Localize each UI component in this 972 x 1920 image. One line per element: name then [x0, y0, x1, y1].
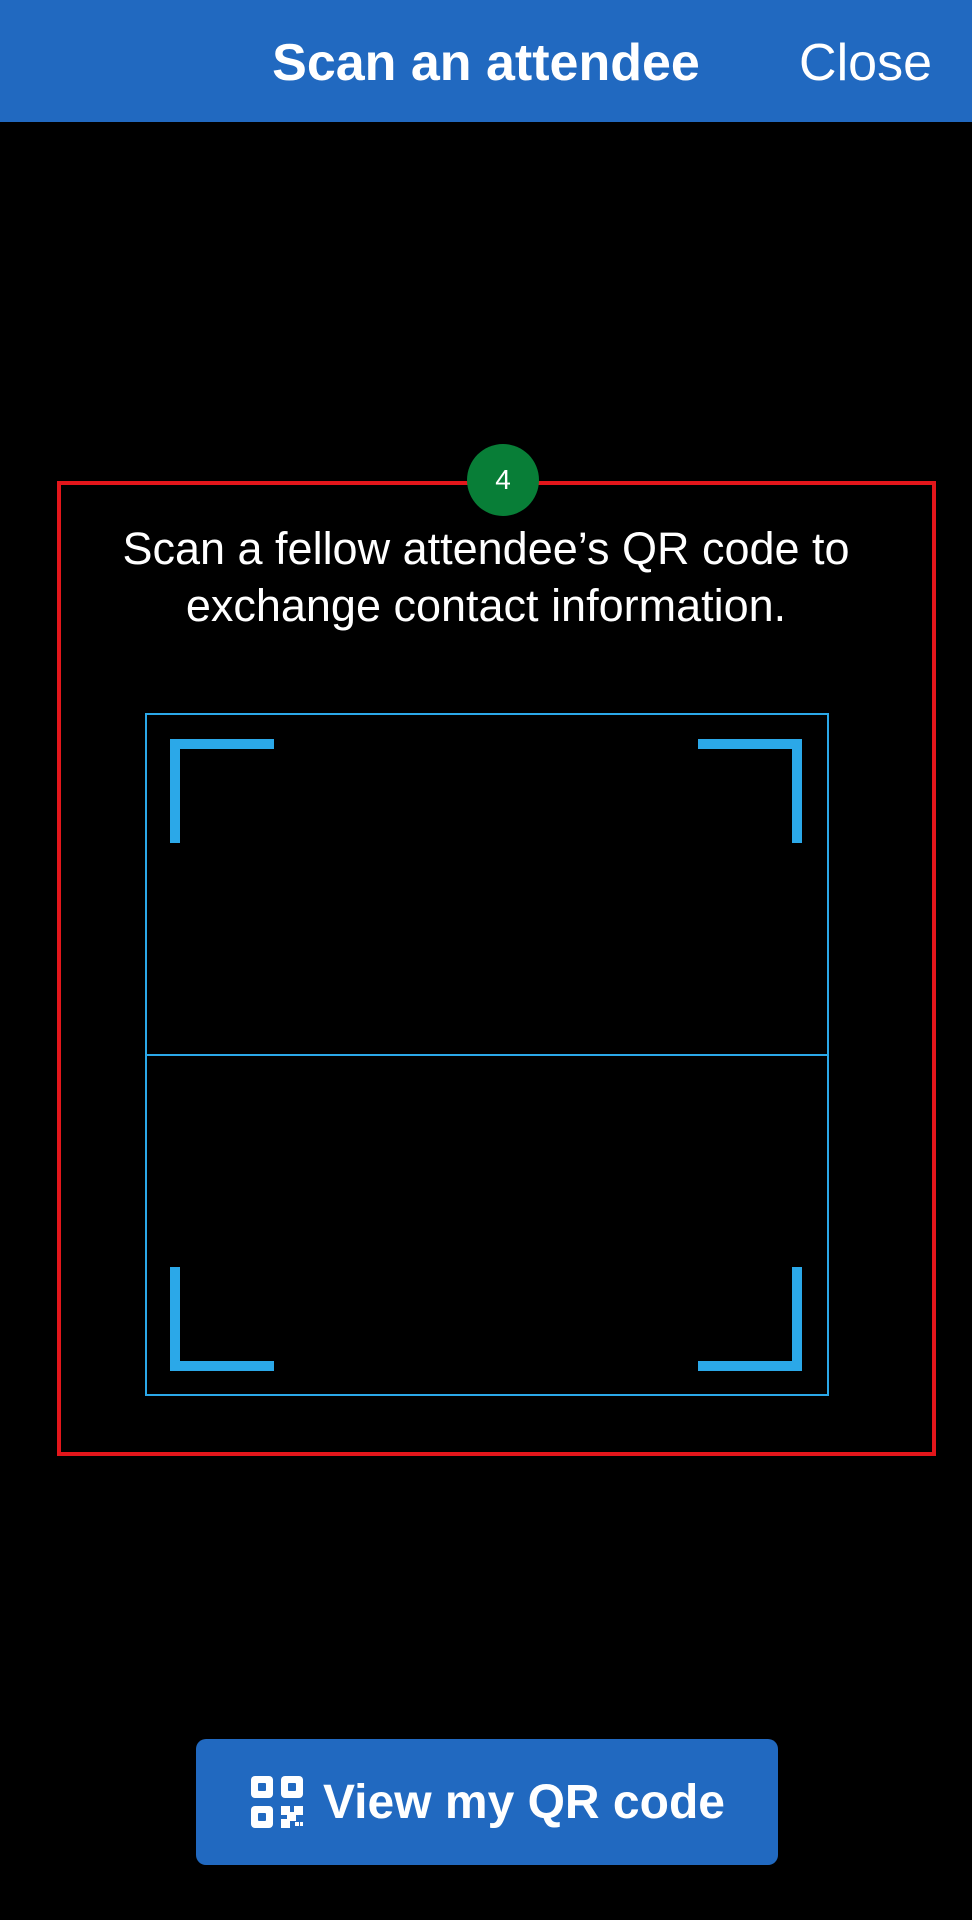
step-badge: 4 — [467, 444, 539, 516]
viewfinder-corner-top-right — [698, 739, 802, 843]
view-my-qr-code-button[interactable]: View my QR code — [196, 1739, 778, 1865]
viewfinder-corner-top-left — [170, 739, 274, 843]
viewfinder-corner-bottom-right — [698, 1267, 802, 1371]
viewfinder-corner-bottom-left — [170, 1267, 274, 1371]
close-button[interactable]: Close — [799, 0, 932, 122]
header-bar: Scan an attendee Close — [0, 0, 972, 122]
scan-instruction-text: Scan a fellow attendee’s QR code to exch… — [122, 523, 850, 631]
qr-code-icon — [249, 1774, 305, 1830]
scan-attendee-screen: Scan an attendee Close 4 Scan a fellow a… — [0, 0, 972, 1920]
view-my-qr-code-label: View my QR code — [323, 1775, 725, 1829]
scan-line — [145, 1054, 829, 1056]
